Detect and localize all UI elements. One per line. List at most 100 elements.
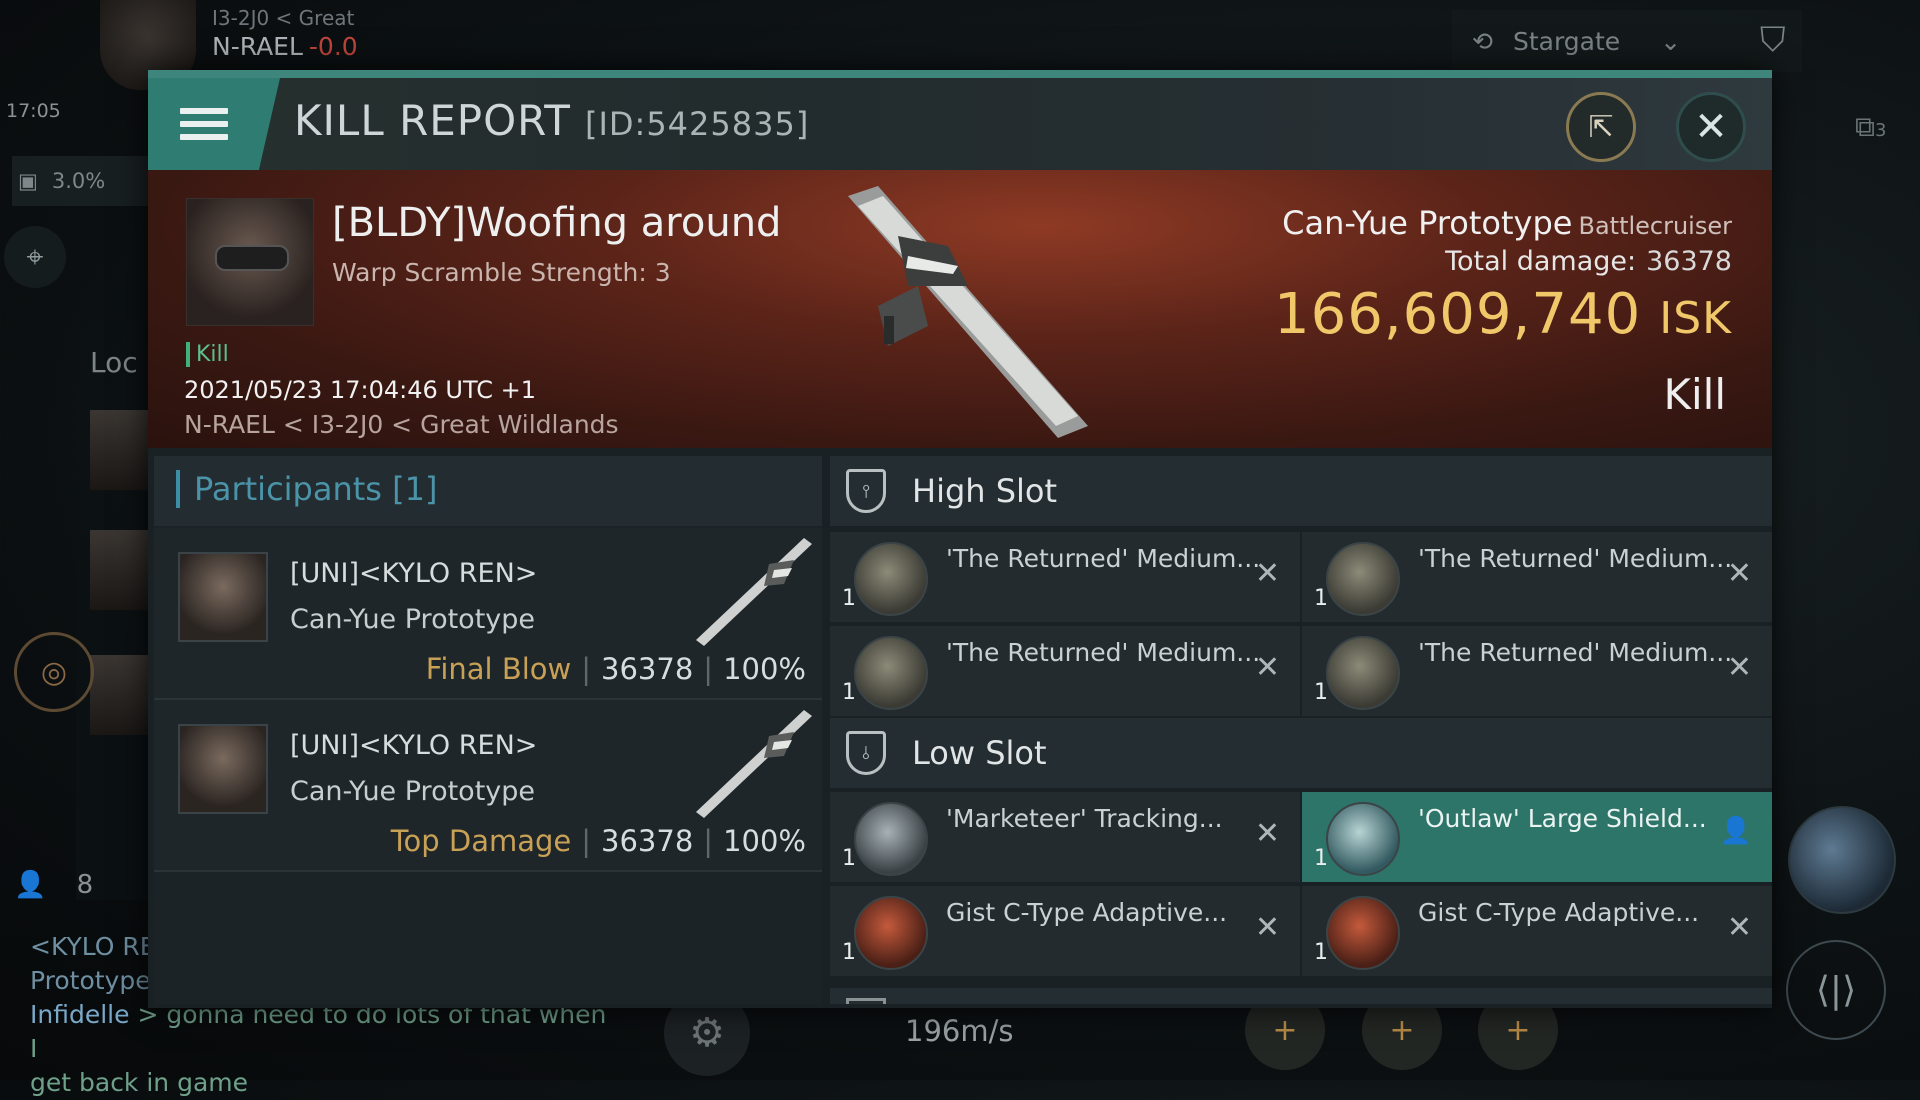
- isk-unit: ISK: [1659, 293, 1732, 344]
- window-title-text: KILL REPORT: [294, 96, 571, 145]
- isk-value: 166,609,740 ISK: [1274, 282, 1732, 347]
- menu-button[interactable]: [148, 78, 280, 170]
- shield-module-icon: [1326, 802, 1400, 876]
- participant-ship: Can-Yue Prototype: [290, 776, 536, 807]
- chat-sender[interactable]: Infidelle: [30, 1000, 130, 1029]
- fitting-item[interactable]: 1 Gist C-Type Adaptive... ✕: [1302, 886, 1772, 976]
- chat-line: get back in game: [30, 1066, 620, 1100]
- local-member-avatar[interactable]: [90, 530, 148, 610]
- fitting-item[interactable]: 1 Gist C-Type Adaptive... ✕: [830, 886, 1300, 976]
- hamburger-menu-icon: [180, 101, 228, 147]
- chat-text: Prototype: [30, 966, 151, 995]
- participant-stats: Final Blow | 36378 | 100%: [425, 652, 806, 686]
- member-count-value: 8: [76, 870, 94, 900]
- title-bar: KILL REPORT [ID:5425835] ⇱ ✕: [148, 78, 1772, 170]
- item-name: 'Marketeer' Tracking...: [946, 804, 1223, 833]
- participant-name: [UNI]<KYLO REN>: [290, 730, 538, 761]
- local-tab[interactable]: Loc: [90, 346, 138, 379]
- participant-ship-image: [696, 710, 812, 818]
- dropped-person-icon: 👤: [1719, 816, 1752, 846]
- destroyed-x-icon: ✕: [1254, 556, 1280, 591]
- kill-report-window: KILL REPORT [ID:5425835] ⇱ ✕ [BLDY]Woofin…: [148, 70, 1772, 1008]
- fleet-badge: 3: [1875, 120, 1887, 141]
- armor-module-icon: [1326, 896, 1400, 970]
- participants-header: Participants [1]: [154, 456, 822, 526]
- medium-turret-icon: [1326, 542, 1400, 616]
- item-name: 'The Returned' Medium...: [946, 638, 1261, 667]
- next-slot-header: [830, 988, 1772, 1004]
- fitting-item[interactable]: 1 'The Returned' Medium... ✕: [830, 626, 1300, 716]
- member-count[interactable]: 👤 8: [14, 870, 93, 900]
- participant-damage: 36378: [601, 652, 694, 686]
- fitting-item[interactable]: 1 'The Returned' Medium... ✕: [1302, 626, 1772, 716]
- cargo-indicator[interactable]: ▣ 3.0%: [12, 156, 148, 206]
- planet-icon[interactable]: [1788, 806, 1896, 914]
- victim-portrait[interactable]: [186, 198, 314, 326]
- chat-sender[interactable]: <KYLO RE: [30, 932, 156, 961]
- target-icon[interactable]: ◎: [14, 632, 94, 712]
- low-slot-icon: ⫰: [846, 731, 886, 775]
- victim-ship-class: Battlecruiser: [1578, 212, 1732, 240]
- high-slot-label: High Slot: [912, 472, 1058, 510]
- person-icon: 👤: [14, 870, 47, 900]
- fitting-item-selected[interactable]: 1 'Outlaw' Large Shield... 👤: [1302, 792, 1772, 882]
- participant-percent: 100%: [723, 824, 806, 858]
- participant-avatar[interactable]: [178, 724, 268, 814]
- participant-percent: 100%: [723, 652, 806, 686]
- participant-row[interactable]: [UNI]<KYLO REN> Can-Yue Prototype Final …: [154, 528, 822, 700]
- participants-title: Participants [1]: [176, 470, 437, 508]
- victim-ship-name[interactable]: Can-Yue Prototype: [1282, 204, 1572, 242]
- close-button[interactable]: ✕: [1676, 92, 1746, 162]
- kill-tag: Kill: [186, 342, 229, 367]
- external-link-icon: ⇱: [1588, 109, 1614, 145]
- victim-ship: Can-Yue Prototype Battlecruiser: [1282, 204, 1732, 242]
- filter-icon[interactable]: ⛉: [1760, 20, 1786, 60]
- total-damage: Total damage: 36378: [1445, 246, 1732, 277]
- location-pin-icon[interactable]: ⌖: [4, 226, 66, 288]
- fitting-item[interactable]: 1 'The Returned' Medium... ✕: [1302, 532, 1772, 622]
- chat-text: get back in game: [30, 1068, 249, 1097]
- system-name: N-RAEL: [212, 32, 303, 61]
- participant-ship-image: [696, 538, 812, 646]
- overview-filter-label: Stargate: [1512, 26, 1621, 56]
- share-button[interactable]: ⇱: [1566, 92, 1636, 162]
- local-member-avatar[interactable]: [90, 410, 148, 490]
- security-status: -0.0: [308, 32, 358, 61]
- clock: 17:05: [6, 100, 61, 122]
- chevron-down-icon: ⌄: [1660, 26, 1682, 56]
- victim-name: [BLDY]Woofing around: [332, 200, 782, 246]
- low-slot-label: Low Slot: [912, 734, 1047, 772]
- fittings-panel: ⫯ High Slot 1 'The Returned' Medium... ✕…: [830, 456, 1772, 1004]
- overview-filter-dropdown[interactable]: ⟲ Stargate ⌄: [1452, 10, 1802, 72]
- ship-speed: 196m/s: [905, 1014, 1014, 1048]
- report-id: [ID:5425835]: [584, 105, 810, 143]
- medium-turret-icon: [854, 636, 928, 710]
- warp-icon[interactable]: ⟨|⟩: [1786, 940, 1886, 1040]
- item-quantity: 1: [842, 680, 856, 705]
- total-damage-value: 36378: [1646, 246, 1732, 277]
- item-name: 'The Returned' Medium...: [1418, 638, 1733, 667]
- location-info[interactable]: I3-2J0 < Great N-RAEL -0.0: [212, 6, 358, 61]
- participant-role: Final Blow: [425, 652, 572, 686]
- participant-stats: Top Damage | 36378 | 100%: [390, 824, 806, 858]
- cargo-icon: ▣: [18, 169, 38, 193]
- item-quantity: 1: [1314, 680, 1328, 705]
- item-quantity: 1: [842, 586, 856, 611]
- fitting-item[interactable]: 1 'The Returned' Medium... ✕: [830, 532, 1300, 622]
- victim-banner: [BLDY]Woofing around Warp Scramble Stren…: [148, 170, 1772, 448]
- local-member-avatar[interactable]: [90, 655, 148, 735]
- fleet-icon[interactable]: ⧉3: [1855, 110, 1886, 144]
- destroyed-x-icon: ✕: [1254, 910, 1280, 945]
- item-name: 'Outlaw' Large Shield...: [1418, 804, 1707, 833]
- participant-row[interactable]: [UNI]<KYLO REN> Can-Yue Prototype Top Da…: [154, 700, 822, 872]
- participant-avatar[interactable]: [178, 552, 268, 642]
- medium-turret-icon: [1326, 636, 1400, 710]
- destroyed-x-icon: ✕: [1254, 650, 1280, 685]
- participants-panel: Participants [1] [UNI]<KYLO REN> Can-Yue…: [154, 456, 822, 1004]
- destroyed-x-icon: ✕: [1254, 816, 1280, 851]
- participant-damage: 36378: [601, 824, 694, 858]
- close-icon: ✕: [1694, 104, 1728, 150]
- fitting-item[interactable]: 1 'Marketeer' Tracking... ✕: [830, 792, 1300, 882]
- medium-turret-icon: [854, 542, 928, 616]
- item-name: Gist C-Type Adaptive...: [1418, 898, 1700, 927]
